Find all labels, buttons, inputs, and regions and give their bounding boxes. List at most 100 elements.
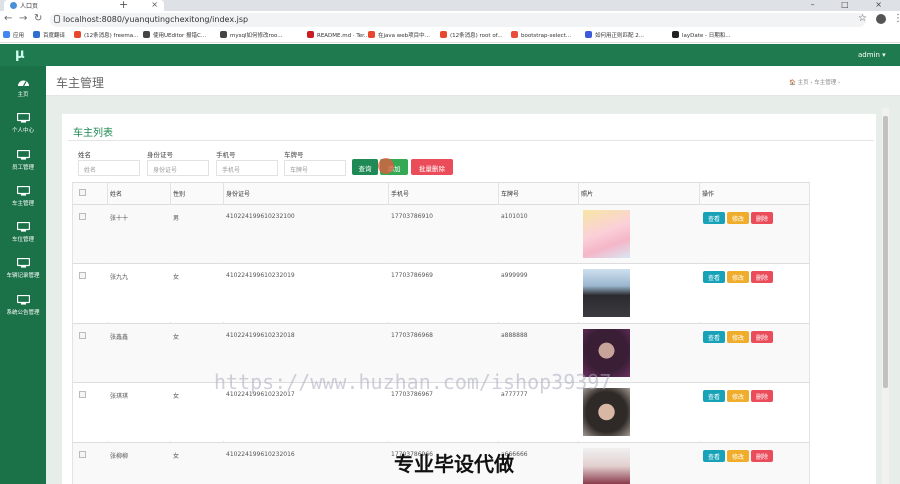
bookmark-item[interactable]: README.md · Ter...	[307, 31, 369, 41]
view-button[interactable]: 查看	[703, 271, 725, 283]
filter-label-name: 姓名	[78, 151, 91, 159]
delete-button[interactable]: 删除	[751, 331, 773, 343]
bookmark-label: (12条消息) freema...	[84, 33, 139, 39]
search-button[interactable]: 查询	[352, 159, 378, 175]
table-row	[73, 205, 809, 263]
tab-close-icon[interactable]: ×	[151, 0, 158, 9]
browser-tab[interactable]: 人口页 ×	[4, 0, 164, 11]
bookmark-label: mysql如何修改roo...	[230, 33, 283, 39]
view-button[interactable]: 查看	[703, 331, 725, 343]
page-title: 车主管理	[56, 76, 105, 90]
breadcrumb[interactable]: 🏠 主页 › 车主管理 ›	[789, 78, 840, 86]
row-checkbox[interactable]	[79, 213, 86, 220]
window-controls[interactable]: – □ ×	[811, 0, 894, 9]
top-navbar	[0, 44, 900, 66]
reload-icon[interactable]: ↻	[34, 13, 42, 24]
table-header-cell: 车牌号	[501, 191, 520, 198]
bookmark-label: layDate - 日期和...	[682, 33, 731, 39]
sidebar-item-label: 车位管理	[11, 237, 34, 243]
bookmark-item[interactable]: 百度翻译	[33, 31, 65, 41]
forward-icon[interactable]: →	[19, 13, 27, 24]
bookmark-label: 应用	[13, 33, 25, 39]
edit-button[interactable]: 修改	[727, 331, 749, 343]
new-tab-button[interactable]: +	[119, 0, 128, 11]
row-checkbox[interactable]	[79, 332, 86, 339]
sidebar-item[interactable]: 车辆记录管理	[0, 255, 46, 291]
sidebar-item-label: 个人中心	[11, 128, 34, 134]
bookmark-item[interactable]: (12条消息) root of...	[440, 31, 502, 41]
bookmark-item[interactable]: 应用	[3, 31, 24, 41]
bookmark-label: 使用UEditor 报错C...	[153, 33, 207, 39]
monitor-icon	[0, 186, 46, 196]
back-icon[interactable]: ←	[4, 13, 12, 24]
edit-button[interactable]: 修改	[727, 390, 749, 402]
bookmark-item[interactable]: 使用UEditor 报错C...	[143, 31, 206, 41]
table-cell-name: 张柳柳	[110, 453, 129, 460]
id-number-input[interactable]: 身份证号	[147, 160, 209, 176]
delete-button[interactable]: 删除	[751, 212, 773, 224]
account-icon[interactable]	[876, 14, 886, 24]
phone-input[interactable]: 手机号	[216, 160, 278, 176]
url-text[interactable]: localhost:8080/yuanqutingchexitong/index…	[63, 15, 248, 24]
select-all-checkbox[interactable]	[79, 189, 86, 196]
table-cell-gender: 女	[173, 274, 180, 281]
browser-menu-icon[interactable]: ⋮	[893, 13, 900, 24]
sidebar-item[interactable]: 车位管理	[0, 219, 46, 255]
bookmark-favicon-icon	[672, 31, 679, 38]
delete-button[interactable]: 删除	[751, 271, 773, 283]
sidebar-item[interactable]: 主页	[0, 74, 46, 110]
tab-favicon-icon	[10, 2, 17, 9]
delete-button[interactable]: 删除	[751, 450, 773, 462]
sidebar-item[interactable]: 车主管理	[0, 183, 46, 219]
row-checkbox[interactable]	[79, 451, 86, 458]
view-button[interactable]: 查看	[703, 212, 725, 224]
bookmark-favicon-icon	[33, 31, 40, 38]
view-button[interactable]: 查看	[703, 450, 725, 462]
table-cell-name: 张琪琪	[110, 393, 129, 400]
edit-button[interactable]: 修改	[727, 450, 749, 462]
table-cell-plate: a888888	[501, 332, 528, 339]
table-row	[73, 264, 809, 322]
row-checkbox[interactable]	[79, 391, 86, 398]
user-menu[interactable]: admin ▾	[858, 51, 886, 59]
owner-photo	[583, 269, 630, 317]
dashboard-icon	[0, 77, 46, 87]
table-cell-plate: a101010	[501, 213, 528, 220]
bookmark-item[interactable]: (12条消息) freema...	[74, 31, 138, 41]
sidebar-item[interactable]: 系统公告管理	[0, 292, 46, 328]
sidebar-item-label: 主页	[17, 92, 29, 98]
bookmark-item[interactable]: bootstrap-select...	[511, 31, 571, 41]
bookmark-item[interactable]: 在java web项目中...	[368, 31, 430, 41]
sidebar-item-label: 车主管理	[11, 201, 34, 207]
sidebar-item[interactable]: 个人中心	[0, 110, 46, 146]
table-cell-name: 张九九	[110, 274, 129, 281]
row-checkbox[interactable]	[79, 272, 86, 279]
sidebar-item[interactable]: 员工管理	[0, 147, 46, 183]
bookmark-label: 百度翻译	[43, 33, 66, 39]
edit-button[interactable]: 修改	[727, 271, 749, 283]
delete-button[interactable]: 删除	[751, 390, 773, 402]
table-header-cell: 操作	[702, 191, 715, 198]
table-cell-name: 张鑫鑫	[110, 334, 129, 341]
bookmark-item[interactable]: layDate - 日期和...	[672, 31, 731, 41]
watermark-caption: 专业毕设代做	[394, 452, 514, 476]
edit-button[interactable]: 修改	[727, 212, 749, 224]
info-icon[interactable]	[54, 15, 60, 23]
bookmark-item[interactable]: 如何用正则匹配 2...	[585, 31, 644, 41]
table-header-cell: 身份证号	[226, 191, 251, 198]
batch-delete-button[interactable]: 批量删除	[411, 159, 453, 175]
bookmark-star-icon[interactable]: ☆	[858, 13, 867, 24]
scrollbar-thumb[interactable]	[883, 116, 888, 388]
filter-label-phone: 手机号	[216, 151, 236, 159]
view-button[interactable]: 查看	[703, 390, 725, 402]
name-input[interactable]: 姓名	[78, 160, 140, 176]
plate-input[interactable]: 车牌号	[284, 160, 346, 176]
panel-divider	[68, 140, 874, 141]
bookmark-item[interactable]: mysql如何修改roo...	[220, 31, 283, 41]
app-logo[interactable]: μ	[15, 47, 25, 62]
bookmark-favicon-icon	[143, 31, 150, 38]
table-column-divider	[809, 182, 810, 484]
bookmark-label: 在java web项目中...	[378, 33, 430, 39]
owner-photo	[583, 388, 630, 436]
bookmark-favicon-icon	[440, 31, 447, 38]
